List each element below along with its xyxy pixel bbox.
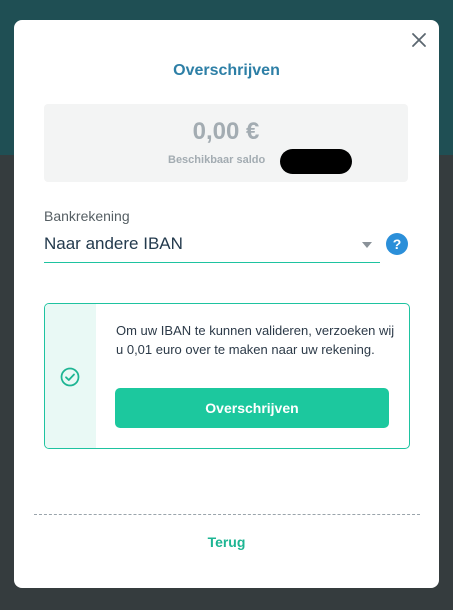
validation-info-card: Om uw IBAN te kunnen valideren, verzoeke…: [44, 303, 410, 449]
balance-amount: 0,00 €: [192, 118, 260, 145]
bank-account-label: Bankrekening: [44, 208, 130, 224]
bank-account-select[interactable]: Naar andere IBAN: [44, 230, 380, 263]
transfer-button[interactable]: Overschrijven: [115, 388, 389, 428]
balance-panel: 0,00 € Beschikbaar saldo: [44, 104, 408, 182]
redacted-value: [280, 149, 352, 174]
check-circle-icon: [60, 367, 80, 387]
info-card-sidebar: [45, 304, 96, 448]
chevron-down-icon: [362, 242, 372, 248]
help-icon[interactable]: ?: [386, 233, 408, 255]
close-button[interactable]: [409, 30, 429, 50]
transfer-modal: Overschrijven 0,00 € Beschikbaar saldo B…: [14, 20, 439, 588]
back-link[interactable]: Terug: [14, 534, 439, 550]
close-icon: [412, 33, 426, 47]
modal-title: Overschrijven: [173, 62, 280, 79]
divider: [34, 514, 420, 515]
balance-label: Beschikbaar saldo: [168, 154, 266, 166]
bank-account-value: Naar andere IBAN: [44, 234, 183, 253]
validation-message: Om uw IBAN te kunnen valideren, verzoeke…: [116, 323, 395, 357]
